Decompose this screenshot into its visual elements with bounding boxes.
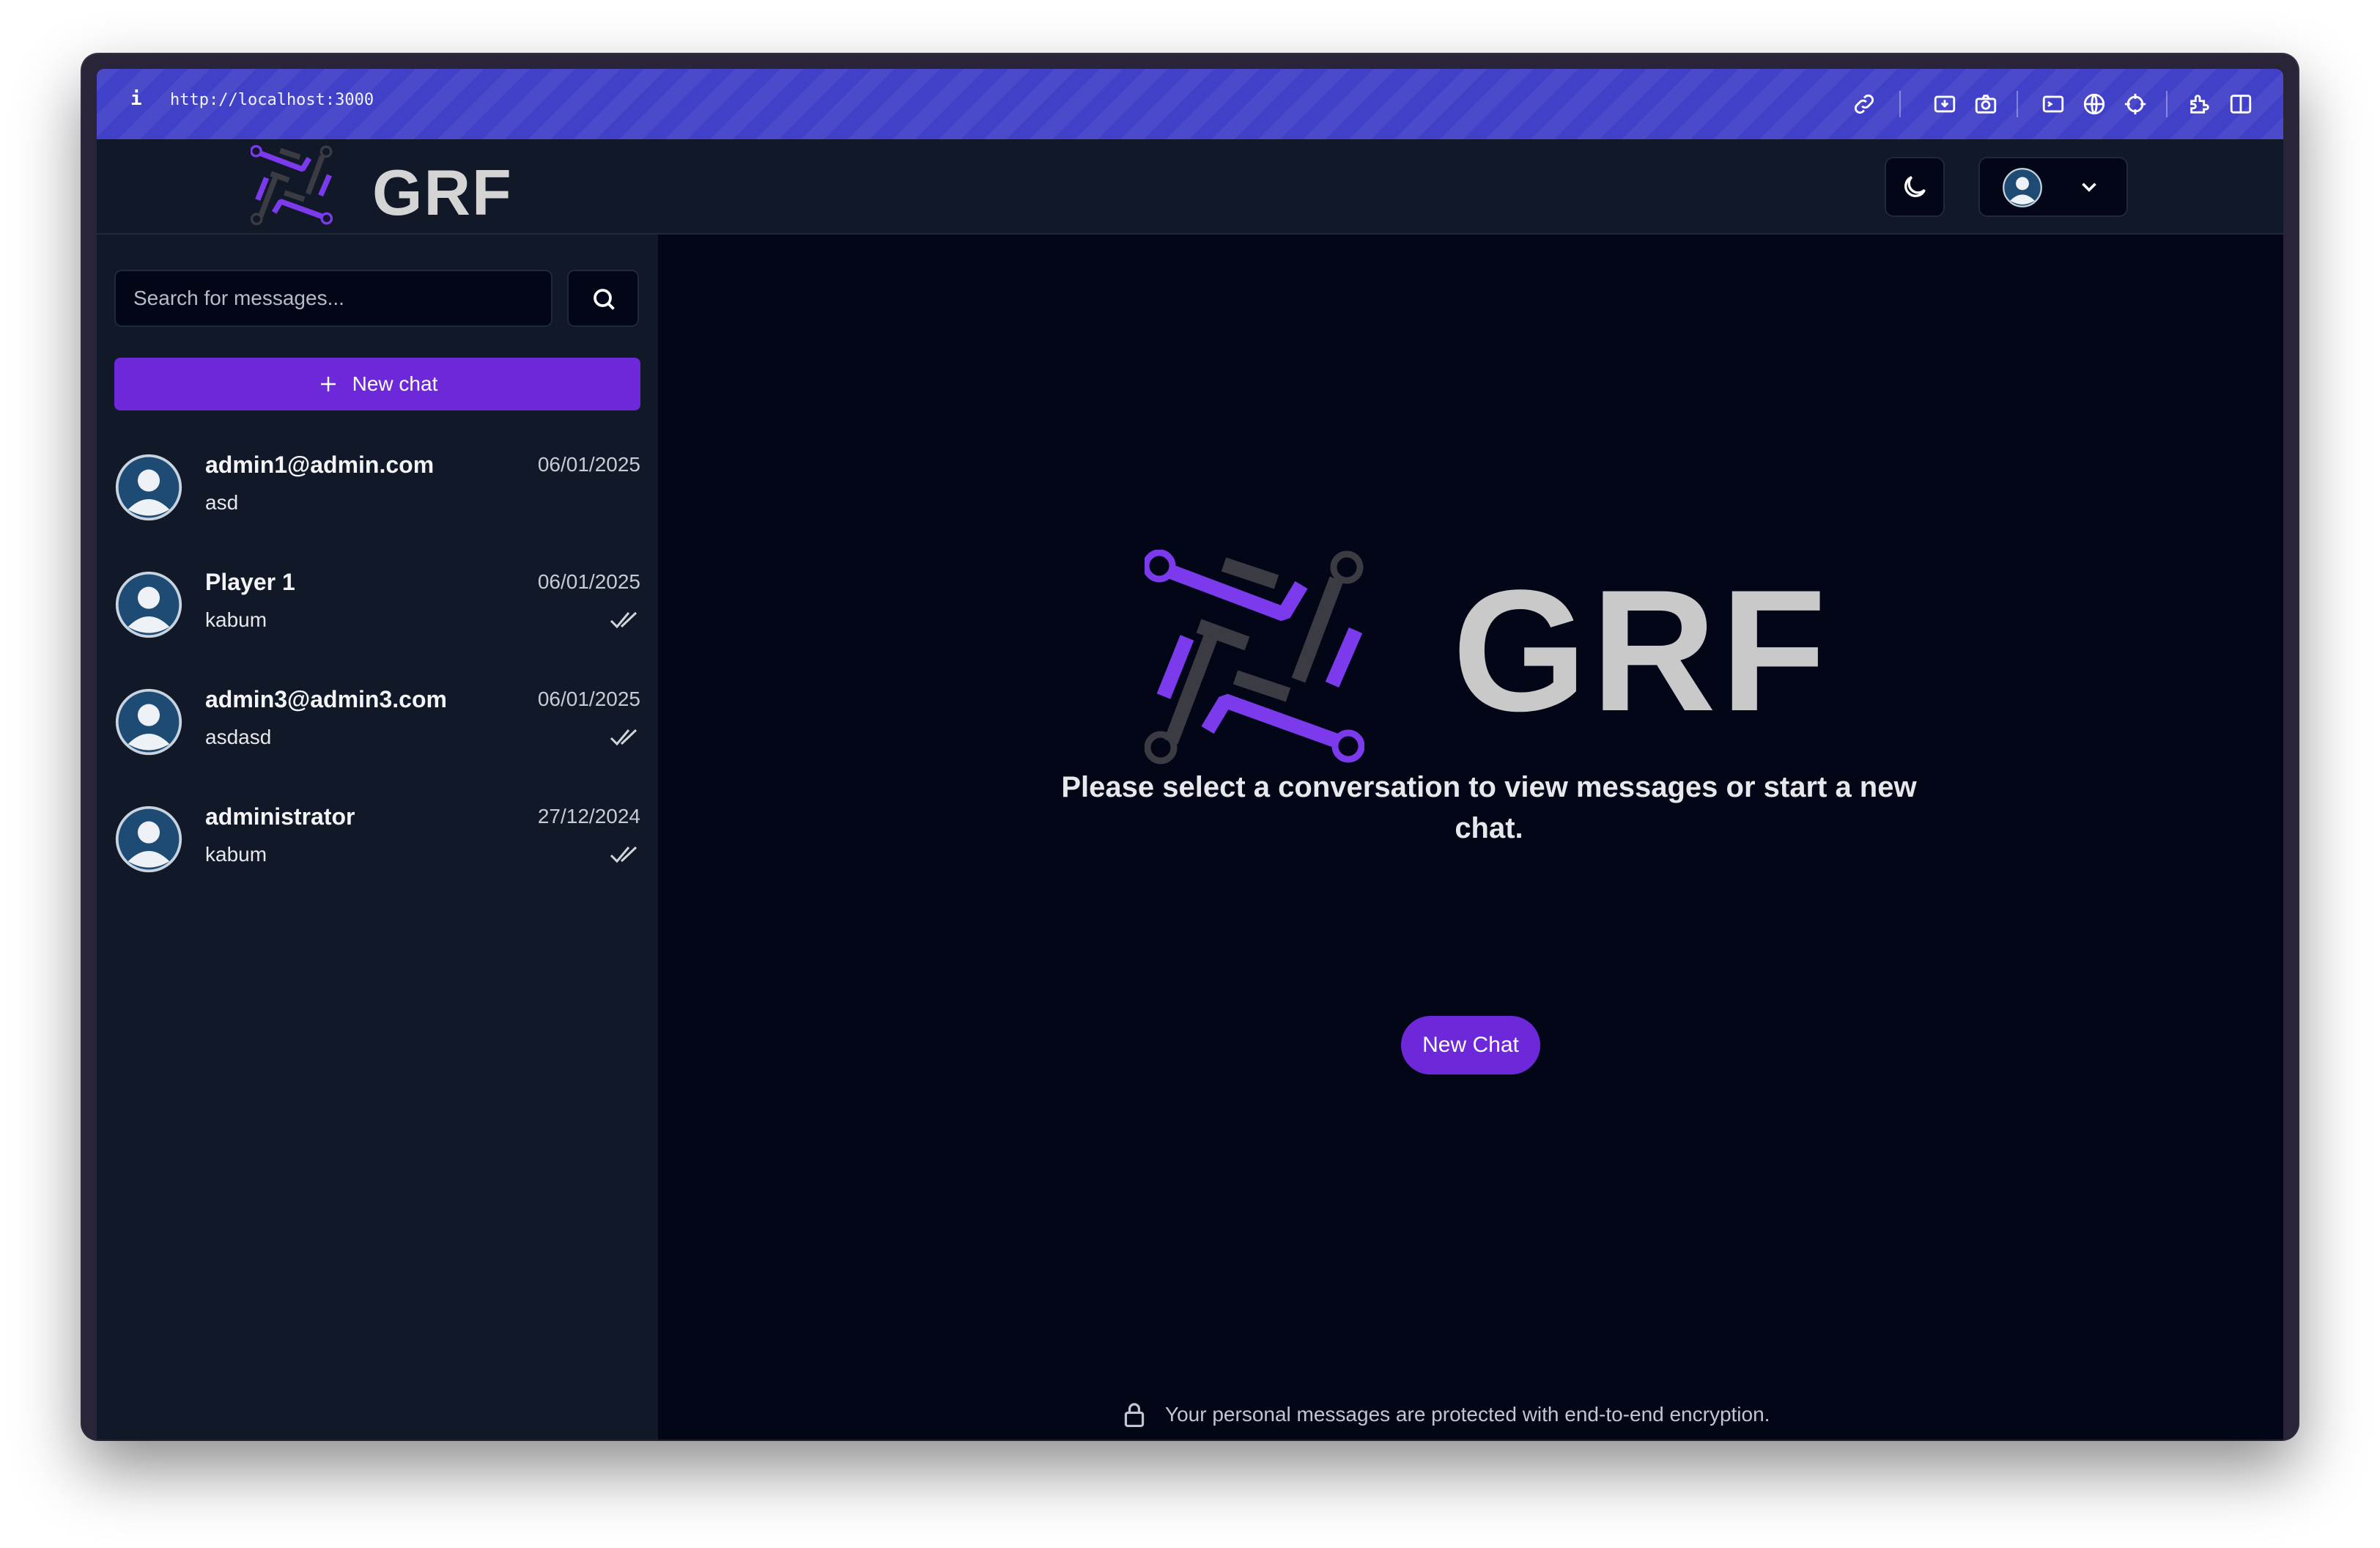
search-button[interactable] xyxy=(567,270,639,327)
logo-icon xyxy=(1145,550,1364,770)
new-chat-cta-button[interactable]: New Chat xyxy=(1401,1016,1540,1075)
conversation-date: 06/01/2025 xyxy=(537,570,640,593)
toolbar-divider xyxy=(1899,91,1901,117)
browser-toolbar: i http://localhost:3000 xyxy=(97,69,2283,139)
conversation-date: 06/01/2025 xyxy=(537,688,640,710)
conversation-name: administrator xyxy=(205,803,355,830)
search-input[interactable] xyxy=(114,270,552,327)
conversation-item[interactable]: admin3@admin3.com 06/01/2025 asdasd xyxy=(114,680,640,761)
double-check-icon xyxy=(610,727,640,748)
terminal-icon[interactable] xyxy=(2037,88,2069,120)
split-view-icon[interactable] xyxy=(2225,88,2257,120)
crosshair-icon[interactable] xyxy=(2119,88,2151,120)
conversation-date: 27/12/2024 xyxy=(537,805,640,828)
conversation-item[interactable]: admin1@admin.com 06/01/2025 asd xyxy=(114,446,640,526)
globe-icon[interactable] xyxy=(2078,88,2110,120)
empty-state-message: Please select a conversation to view mes… xyxy=(1061,771,1917,844)
download-icon[interactable] xyxy=(1929,88,1961,120)
encryption-notice-text: Your personal messages are protected wit… xyxy=(1165,1403,1770,1426)
conversation-preview: kabum xyxy=(205,608,267,631)
search-icon xyxy=(594,289,615,310)
avatar-icon xyxy=(114,453,183,522)
plus-icon xyxy=(320,377,336,391)
conversation-preview: asdasd xyxy=(205,726,272,748)
info-icon[interactable]: i xyxy=(130,88,142,110)
logo-icon[interactable] xyxy=(251,145,333,227)
sidebar: New chat admin1@admin.com 06/01/2025 asd… xyxy=(97,235,658,1440)
conversation-name: Player 1 xyxy=(205,569,295,595)
user-menu-button[interactable] xyxy=(1978,157,2128,217)
moon-icon xyxy=(1904,176,1926,197)
toolbar-divider xyxy=(2017,91,2018,117)
double-check-icon xyxy=(610,844,640,865)
lock-icon xyxy=(1124,1403,1145,1428)
conversation-name: admin3@admin3.com xyxy=(205,686,447,712)
app-header: GRF xyxy=(97,139,2283,235)
chevron-down-icon xyxy=(2082,183,2096,192)
app: GRF New chat admin1@admin.com 06/01/2025 xyxy=(97,139,2283,1440)
conversation-item[interactable]: administrator 27/12/2024 kabum xyxy=(114,797,640,878)
link-icon[interactable] xyxy=(1848,88,1880,120)
encryption-notice: Your personal messages are protected wit… xyxy=(1123,1400,1855,1429)
avatar-icon xyxy=(114,805,183,874)
browser-window: i http://localhost:3000 GRF Search for m… xyxy=(82,54,2298,1440)
conversation-name: admin1@admin.com xyxy=(205,452,435,478)
url-bar[interactable]: http://localhost:3000 xyxy=(170,91,374,109)
conversation-preview: kabum xyxy=(205,843,267,866)
conversation-preview: asd xyxy=(205,491,239,514)
extensions-icon[interactable] xyxy=(2184,88,2216,120)
camera-icon[interactable] xyxy=(1970,88,2002,120)
avatar-icon xyxy=(114,570,183,639)
avatar-icon xyxy=(114,688,183,756)
new-chat-label: New chat xyxy=(352,372,438,395)
new-chat-button[interactable]: New chat xyxy=(114,358,640,410)
double-check-icon xyxy=(610,610,640,630)
conversation-item[interactable]: Player 1 06/01/2025 kabum xyxy=(114,563,640,644)
toolbar-divider xyxy=(2166,91,2168,117)
brand-name[interactable]: GRF xyxy=(372,155,513,230)
main-brand-name: GRF xyxy=(1452,554,1831,748)
conversation-date: 06/01/2025 xyxy=(537,453,640,476)
theme-toggle-button[interactable] xyxy=(1885,157,1945,217)
avatar-icon xyxy=(2002,167,2043,208)
